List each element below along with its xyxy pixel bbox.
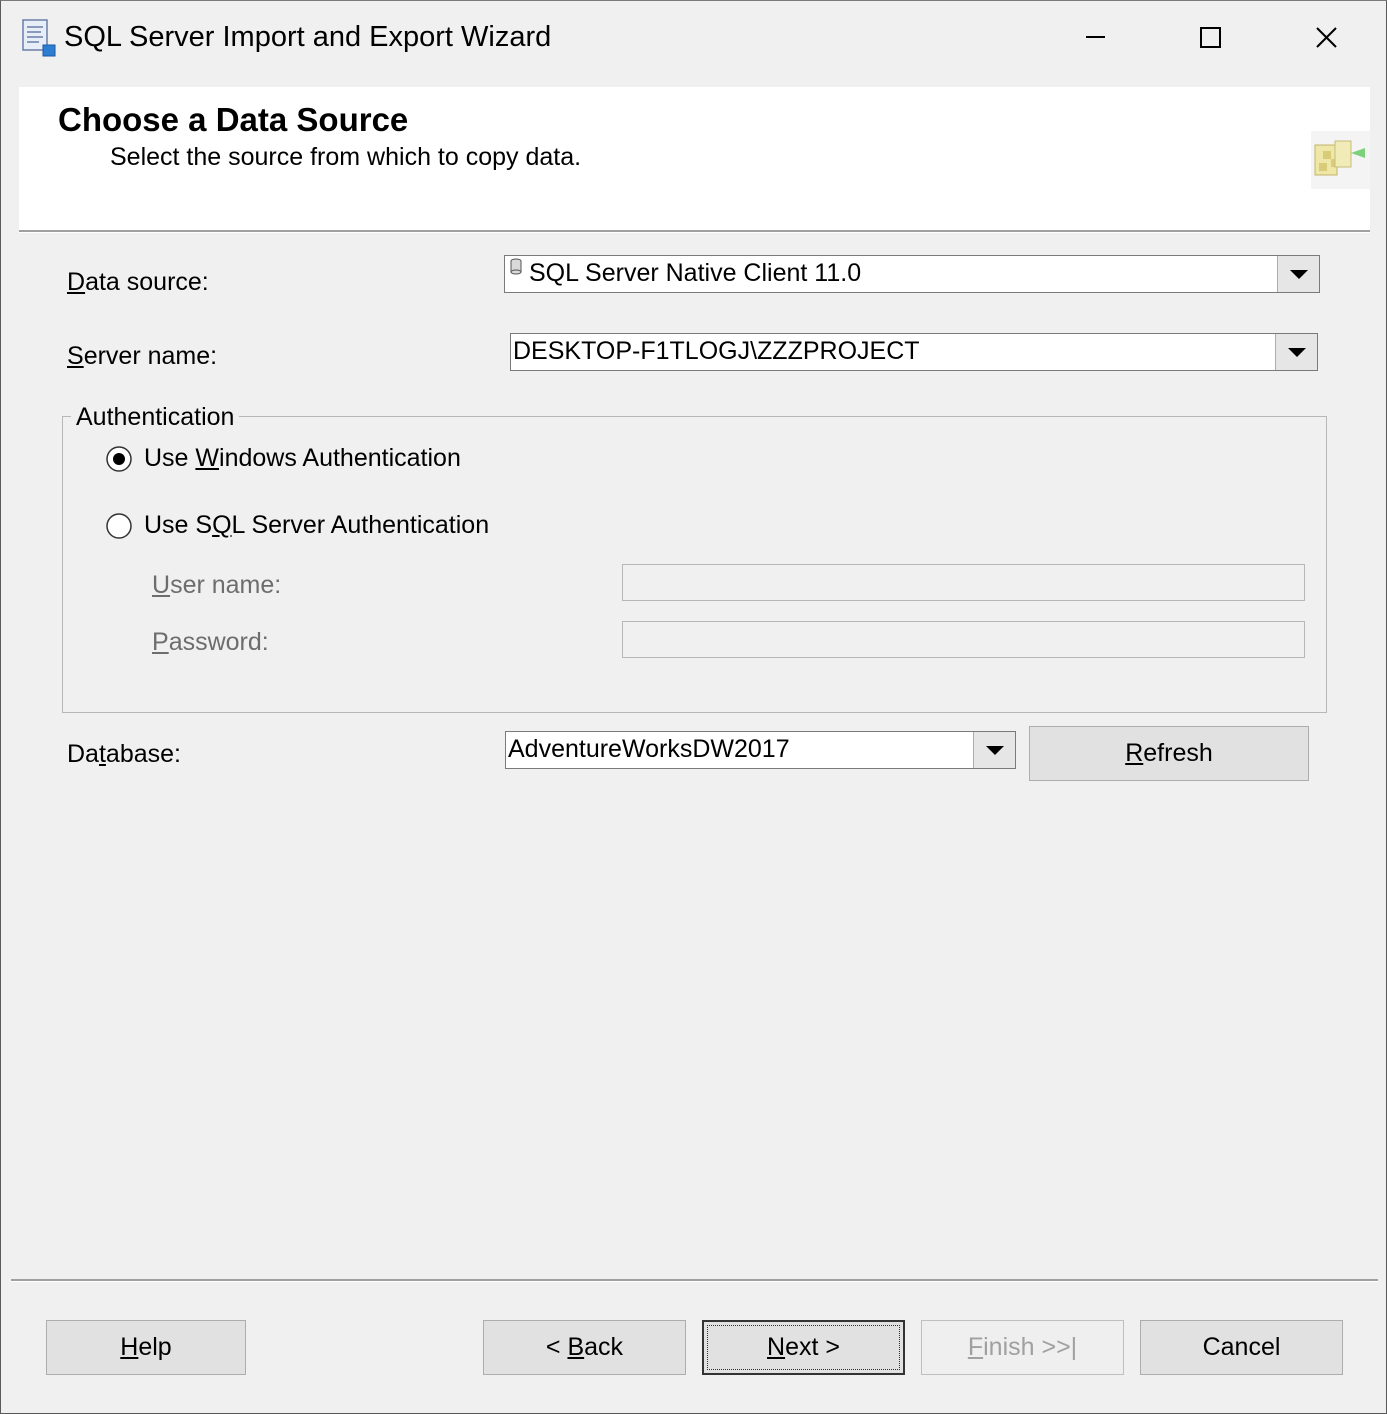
sql-auth-label[interactable]: Use SQL Server Authentication xyxy=(144,511,489,540)
title-bar[interactable]: SQL Server Import and Export Wizard xyxy=(1,1,1386,73)
windows-auth-radio[interactable] xyxy=(106,446,132,472)
data-source-label: Data source: xyxy=(67,268,209,296)
wizard-app-icon xyxy=(19,18,57,58)
server-name-label: Server name: xyxy=(67,342,218,370)
server-name-combobox[interactable]: DESKTOP-F1TLOGJ\ZZZPROJECT xyxy=(510,333,1318,371)
cancel-button[interactable]: Cancel xyxy=(1140,1320,1343,1375)
database-value: AdventureWorksDW2017 xyxy=(508,735,790,763)
sql-auth-radio[interactable] xyxy=(106,513,132,539)
database-dropdown-button[interactable] xyxy=(973,732,1015,768)
chevron-down-icon xyxy=(986,746,1004,755)
windows-auth-label[interactable]: Use Windows Authentication xyxy=(144,444,461,473)
next-button[interactable]: Next > xyxy=(702,1320,905,1375)
authentication-group-label: Authentication xyxy=(71,403,240,432)
maximize-icon xyxy=(1200,27,1221,48)
data-source-dropdown-button[interactable] xyxy=(1277,256,1319,292)
server-name-dropdown-button[interactable] xyxy=(1275,334,1317,370)
maximize-button[interactable] xyxy=(1153,1,1269,73)
database-driver-icon xyxy=(510,258,522,281)
page-subtitle: Select the source from which to copy dat… xyxy=(110,143,582,171)
help-button-label: Help xyxy=(120,1333,172,1361)
chevron-down-icon xyxy=(1288,348,1306,357)
close-button[interactable] xyxy=(1269,1,1385,73)
finish-button-label: Finish >>| xyxy=(967,1333,1078,1361)
wizard-header: Choose a Data Source Select the source f… xyxy=(19,87,1370,230)
database-label: Database: xyxy=(67,740,181,768)
help-button[interactable]: Help xyxy=(46,1320,246,1375)
radio-unselected-icon xyxy=(106,513,132,539)
back-button[interactable]: < Back xyxy=(483,1320,686,1375)
radio-selected-icon xyxy=(106,446,132,472)
data-source-value: SQL Server Native Client 11.0 xyxy=(529,259,862,287)
wizard-window: SQL Server Import and Export Wizard Choo… xyxy=(0,0,1387,1414)
server-name-value: DESKTOP-F1TLOGJ\ZZZPROJECT xyxy=(513,337,920,365)
data-source-combobox[interactable]: SQL Server Native Client 11.0 xyxy=(504,255,1320,293)
back-button-label: < Back xyxy=(545,1333,624,1361)
user-name-input[interactable] xyxy=(622,564,1305,601)
minimize-icon xyxy=(1086,36,1105,38)
window-title: SQL Server Import and Export Wizard xyxy=(64,21,552,53)
cancel-button-label: Cancel xyxy=(1202,1333,1281,1361)
database-combobox[interactable]: AdventureWorksDW2017 xyxy=(505,731,1016,769)
refresh-button-label: Refresh xyxy=(1125,739,1213,767)
chevron-down-icon xyxy=(1290,270,1308,279)
page-title: Choose a Data Source xyxy=(58,101,409,138)
close-icon xyxy=(1316,27,1337,48)
user-name-label: User name: xyxy=(152,571,282,599)
refresh-button[interactable]: Refresh xyxy=(1029,726,1309,781)
password-label: Password: xyxy=(152,628,269,656)
finish-button[interactable]: Finish >>| xyxy=(921,1320,1124,1375)
data-source-wizard-icon xyxy=(1311,131,1370,189)
password-input[interactable] xyxy=(622,621,1305,658)
minimize-button[interactable] xyxy=(1037,1,1153,73)
